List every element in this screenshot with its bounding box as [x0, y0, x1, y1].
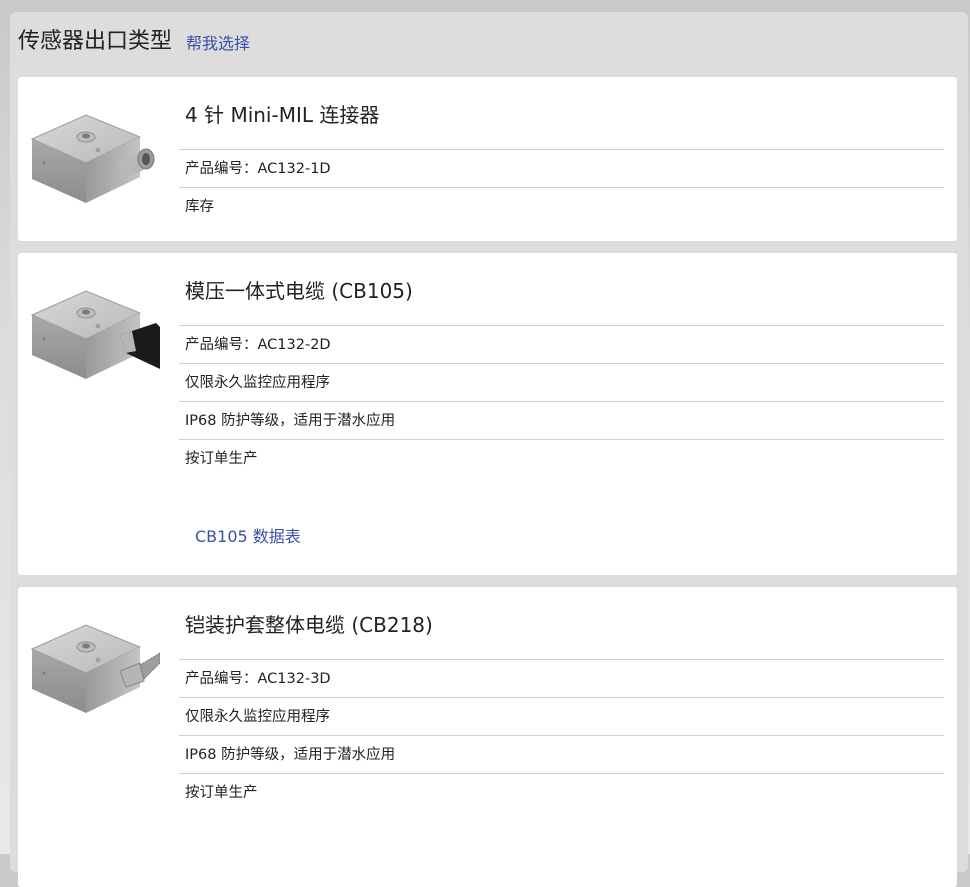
product-details: 模压一体式电缆 (CB105) 产品编号：AC132-2D 仅限永久监控应用程序…	[179, 253, 944, 478]
product-number: 产品编号：AC132-1D	[179, 150, 944, 188]
stock-status: 库存	[185, 199, 214, 215]
sensor-connector-icon	[30, 114, 155, 203]
stock-status: 按订单生产	[185, 451, 258, 467]
panel-title: 传感器出口类型	[18, 29, 173, 54]
product-card-armored-cable[interactable]: 铠装护套整体电缆 (CB218) 产品编号：AC132-3D 仅限永久监控应用程…	[18, 587, 957, 887]
ip-rating: IP68 防护等级，适用于潜水应用	[179, 402, 944, 440]
product-card-molded-cable[interactable]: 模压一体式电缆 (CB105) 产品编号：AC132-2D 仅限永久监控应用程序…	[18, 253, 957, 575]
product-card-connector[interactable]: 4 针 Mini-MIL 连接器 产品编号：AC132-1D 库存	[18, 77, 957, 241]
help-me-choose-link[interactable]: 帮我选择	[186, 32, 250, 56]
cb105-datasheet-link[interactable]: CB105 数据表	[195, 523, 301, 547]
sensor-molded-cable-icon	[30, 290, 160, 379]
product-number: 产品编号：AC132-3D	[179, 660, 944, 698]
ip-rating: IP68 防护等级，适用于潜水应用	[179, 736, 944, 774]
product-title: 模压一体式电缆 (CB105)	[179, 253, 944, 326]
application-note: 仅限永久监控应用程序	[179, 698, 944, 736]
product-details: 铠装护套整体电缆 (CB218) 产品编号：AC132-3D 仅限永久监控应用程…	[179, 587, 944, 812]
stock-status: 按订单生产	[185, 785, 258, 801]
product-title: 4 针 Mini-MIL 连接器	[179, 77, 944, 150]
output-type-panel: 传感器出口类型 帮我选择 4 针 Mini-MIL 连接器 产品编号：AC132…	[10, 12, 968, 887]
panel-header: 传感器出口类型 帮我选择	[18, 24, 250, 56]
product-number: 产品编号：AC132-2D	[179, 326, 944, 364]
product-details: 4 针 Mini-MIL 连接器 产品编号：AC132-1D 库存	[179, 77, 944, 226]
application-note: 仅限永久监控应用程序	[179, 364, 944, 402]
product-title: 铠装护套整体电缆 (CB218)	[179, 587, 944, 660]
sensor-armored-cable-icon	[30, 624, 160, 713]
